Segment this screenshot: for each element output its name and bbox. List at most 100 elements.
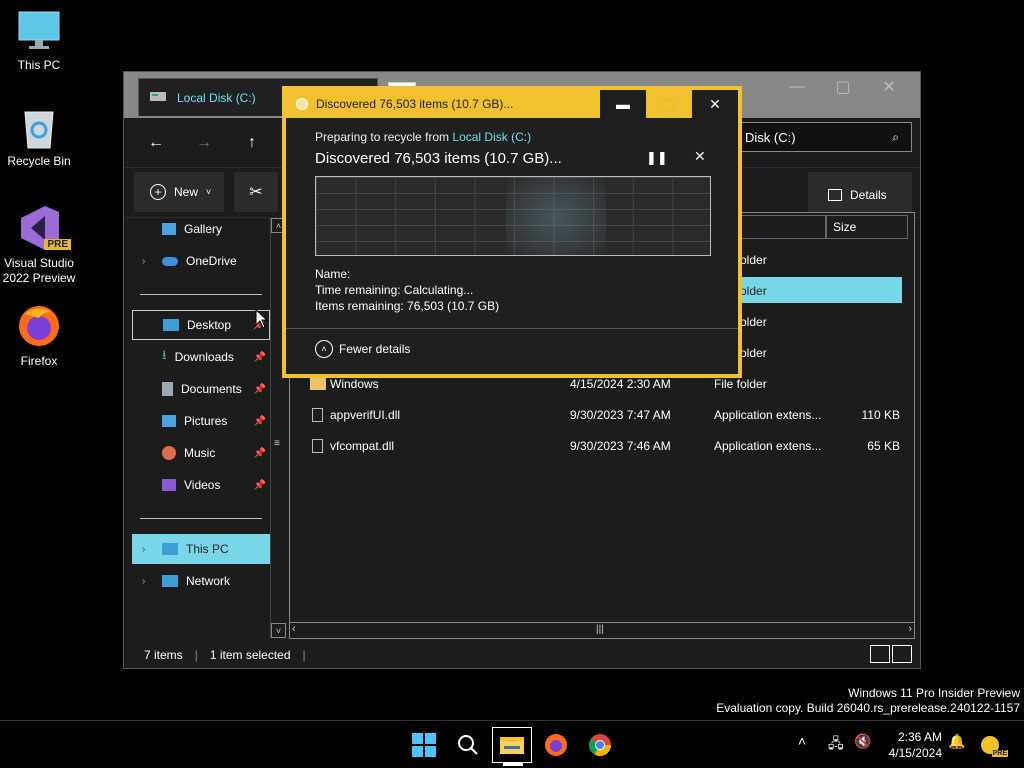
source-link[interactable]: Local Disk (C:) <box>452 130 531 144</box>
network-icon[interactable]: 🖧 <box>828 733 844 757</box>
volume-mute-icon[interactable]: 🔇 <box>854 733 871 750</box>
back-arrow-icon[interactable]: ← <box>138 128 174 158</box>
sidebar-item-label: Desktop <box>187 318 232 332</box>
cut-button[interactable]: ✂ <box>234 172 278 212</box>
table-row[interactable]: vfcompat.dll 9/30/2023 7:46 AM Applicati… <box>290 431 914 461</box>
pin-icon[interactable]: 📌 <box>254 480 266 491</box>
firefox-icon <box>545 734 567 756</box>
close-button[interactable]: ✕ <box>692 90 738 118</box>
size-cell: 110 KB <box>861 408 900 422</box>
dialog-body: Preparing to recycle from Local Disk (C:… <box>286 118 738 378</box>
sidebar-item-this-pc[interactable]: › This PC <box>132 534 270 564</box>
column-header-size[interactable]: Size <box>826 215 908 239</box>
taskbar-chrome[interactable] <box>580 727 620 763</box>
taskbar-file-explorer[interactable] <box>492 727 532 766</box>
maximize-button[interactable]: ▢ <box>820 72 866 102</box>
desktop-folder-icon <box>163 319 179 331</box>
scroll-left-icon[interactable]: ‹ <box>292 623 296 635</box>
chevron-right-icon[interactable]: › <box>142 544 145 555</box>
selection-count: 1 item selected <box>209 648 291 662</box>
maximize-button[interactable]: ▢ <box>646 90 692 118</box>
scroll-grip-icon[interactable]: ≡ <box>274 438 280 449</box>
pin-icon[interactable]: 📌 <box>254 352 266 363</box>
chrome-icon <box>589 734 611 756</box>
desktop-icon-label: This PC <box>17 58 61 72</box>
type-cell: older <box>740 315 767 329</box>
notification-bell-icon[interactable]: 🔔 <box>948 733 965 750</box>
minimize-button[interactable]: ▬ <box>600 90 646 118</box>
name-label: Name: <box>315 267 351 281</box>
network-icon <box>162 575 178 587</box>
type-cell: older <box>740 346 767 360</box>
column-header-type[interactable] <box>740 215 826 239</box>
cancel-icon[interactable]: ✕ <box>694 148 706 165</box>
chevron-up-icon[interactable]: ˄ <box>798 733 806 749</box>
new-button-label: New <box>174 185 199 199</box>
chevron-up-icon: ˄ <box>315 340 333 358</box>
horizontal-scrollbar[interactable]: ‹ ||| › <box>289 622 915 639</box>
folder-icon <box>500 737 524 754</box>
up-arrow-icon[interactable]: ↑ <box>234 128 270 158</box>
pin-icon[interactable]: 📌 <box>254 448 266 459</box>
desktop-icon-firefox[interactable]: Firefox <box>0 302 78 369</box>
search-icon[interactable]: ⌕ <box>892 130 899 145</box>
address-text: Disk (C:) <box>745 129 796 145</box>
mouse-cursor-icon <box>255 308 269 332</box>
sidebar-item-label: Pictures <box>184 414 228 428</box>
fewer-details-button[interactable]: ˄ Fewer details <box>315 340 410 358</box>
pre-badge: PRE <box>991 750 1008 757</box>
type-cell: File folder <box>714 377 767 391</box>
pin-icon[interactable]: 📌 <box>254 416 266 427</box>
details-label: Details <box>850 188 887 202</box>
close-button[interactable]: ✕ <box>866 72 912 102</box>
sidebar-item-music[interactable]: Music 📌 <box>132 438 270 468</box>
dialog-heading: Discovered 76,503 items (10.7 GB)... <box>315 150 562 167</box>
pre-badge: PRE <box>44 239 71 250</box>
minimize-button[interactable]: — <box>774 72 820 102</box>
type-cell: older <box>740 253 767 267</box>
sidebar-item-gallery[interactable]: Gallery <box>132 214 270 244</box>
scroll-right-icon[interactable]: › <box>908 623 912 635</box>
sidebar-item-label: Network <box>186 574 231 588</box>
address-bar[interactable]: Disk (C:) ⌕ <box>730 122 912 152</box>
divider <box>140 294 262 295</box>
gallery-icon <box>162 223 176 235</box>
new-button[interactable]: + New ˅ <box>134 172 224 212</box>
sidebar-item-network[interactable]: › Network <box>132 566 270 596</box>
active-indicator <box>503 763 523 766</box>
chevron-right-icon[interactable]: › <box>142 576 145 587</box>
details-pane-icon <box>828 189 842 201</box>
subtitle-prefix: Preparing to recycle from <box>315 130 453 144</box>
date-cell: 4/15/2024 2:30 AM <box>570 377 671 391</box>
sidebar-item-videos[interactable]: Videos 📌 <box>132 470 270 500</box>
pin-icon[interactable]: 📌 <box>254 384 266 395</box>
sidebar-item-pictures[interactable]: Pictures 📌 <box>132 406 270 436</box>
type-cell: older <box>740 284 767 298</box>
taskbar-firefox[interactable] <box>536 727 576 763</box>
fewer-details-label: Fewer details <box>339 342 411 356</box>
scroll-down-icon[interactable]: ˅ <box>271 623 286 638</box>
start-button[interactable] <box>404 727 444 763</box>
search-button[interactable] <box>448 727 488 763</box>
list-view-icon[interactable] <box>870 645 890 663</box>
type-cell: Application extens... <box>714 408 822 422</box>
tiles-view-icon[interactable] <box>892 645 912 663</box>
sidebar-item-onedrive[interactable]: › OneDrive <box>132 246 270 276</box>
forward-arrow-icon[interactable]: → <box>186 128 222 158</box>
desktop-icon-visual-studio[interactable]: PRE Visual Studio 2022 Preview <box>0 204 78 286</box>
cloud-icon <box>162 256 178 266</box>
pause-icon[interactable]: ❚❚ <box>646 150 668 166</box>
clock-date: 4/15/2024 <box>888 746 942 760</box>
insider-pre-icon[interactable]: PRE <box>980 733 1008 757</box>
desktop-icon-recycle-bin[interactable]: Recycle Bin <box>0 106 78 169</box>
watermark-line2: Evaluation copy. Build 26040.rs_prerelea… <box>716 701 1020 715</box>
desktop-icon-this-pc[interactable]: This PC <box>0 10 78 73</box>
sidebar-item-documents[interactable]: Documents 📌 <box>132 374 270 404</box>
chevron-right-icon[interactable]: › <box>142 256 145 267</box>
sidebar-item-desktop[interactable]: Desktop 📌 <box>132 310 270 340</box>
table-row[interactable]: appverifUI.dll 9/30/2023 7:47 AM Applica… <box>290 400 914 430</box>
sidebar-item-downloads[interactable]: ⭳ Downloads 📌 <box>132 342 270 372</box>
type-cell: Application extens... <box>714 439 822 453</box>
scroll-grip-icon[interactable]: ||| <box>596 624 604 635</box>
system-clock[interactable]: 2:36 AM 4/15/2024 <box>889 729 942 761</box>
